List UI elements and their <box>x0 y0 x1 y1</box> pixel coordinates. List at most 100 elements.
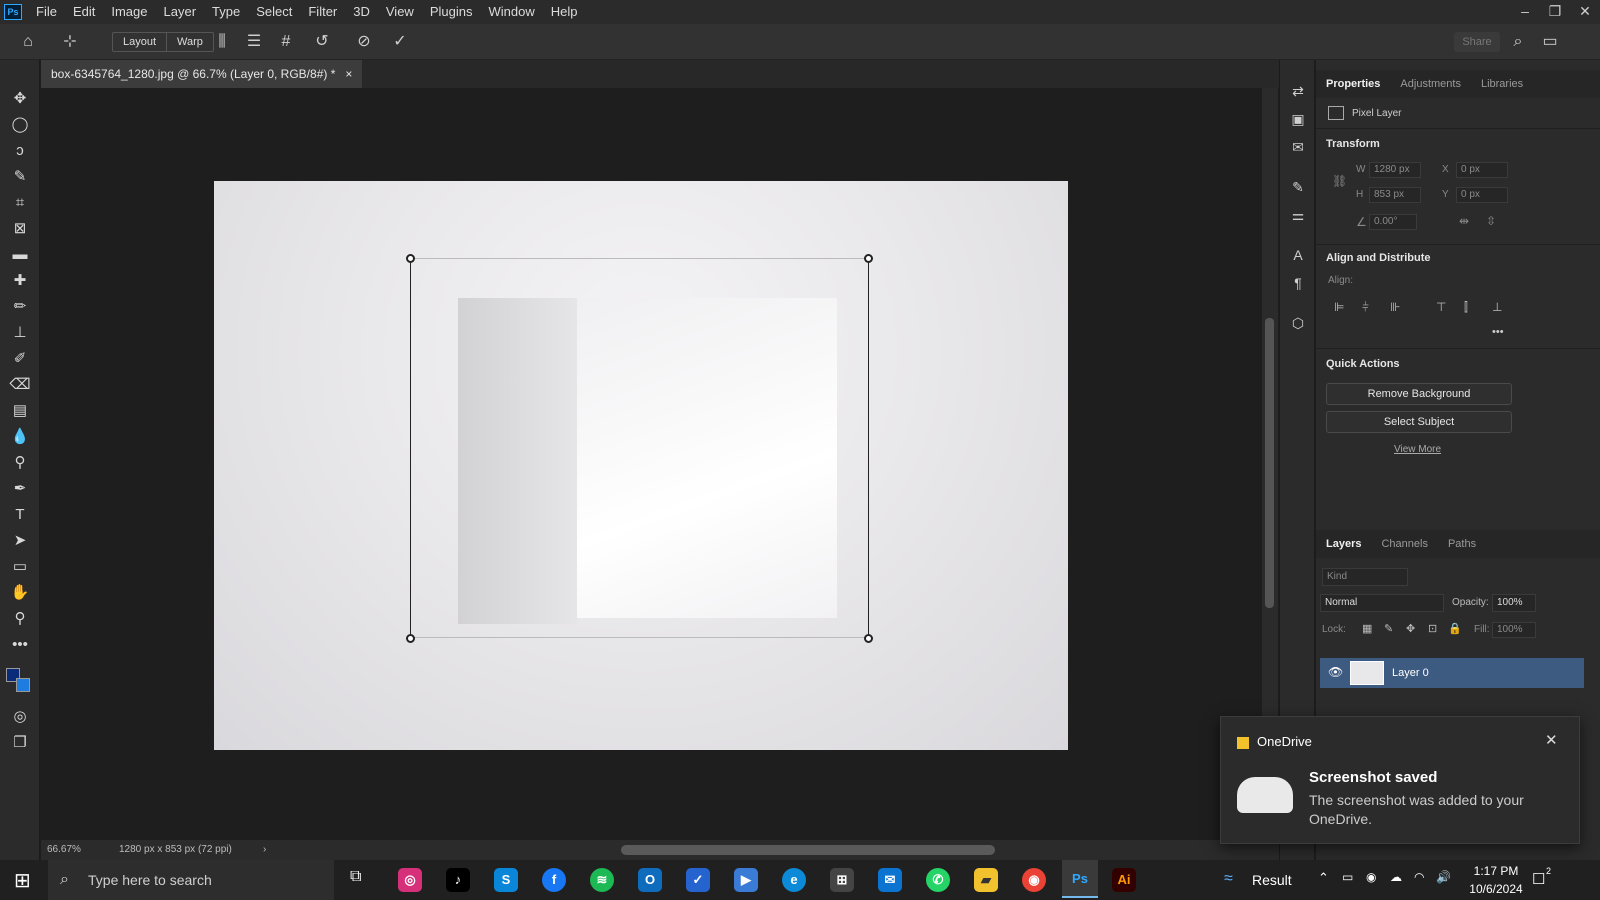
weather-icon[interactable]: ≈ <box>1224 870 1233 888</box>
screen-mode-icon[interactable]: ❐ <box>8 732 32 754</box>
menu-type[interactable]: Type <box>204 0 248 24</box>
warp-button[interactable]: Warp <box>167 33 213 51</box>
eraser-tool-icon[interactable]: ⌫ <box>8 374 32 396</box>
share-button[interactable]: Share <box>1454 32 1500 52</box>
reset-warp-icon[interactable]: ↺ <box>312 32 332 52</box>
align-middle-icon[interactable]: ⫿ <box>1464 300 1468 315</box>
grid-split-icon[interactable]: # <box>276 32 296 52</box>
layer-filter-kind[interactable]: Kind <box>1322 568 1408 586</box>
align-left-icon[interactable]: ⊫ <box>1334 300 1344 314</box>
close-window-button[interactable]: ✕ <box>1570 0 1600 24</box>
wifi-icon[interactable]: ◠ <box>1414 870 1424 884</box>
transform-handle-bottom-right[interactable] <box>864 634 873 643</box>
type-tool-icon[interactable]: T <box>8 504 32 526</box>
document-tab[interactable]: box-6345764_1280.jpg @ 66.7% (Layer 0, R… <box>41 60 363 88</box>
brush-settings-icon[interactable]: ✎ <box>1286 176 1310 198</box>
tab-adjustments[interactable]: Adjustments <box>1390 78 1471 90</box>
tab-properties[interactable]: Properties <box>1316 78 1390 90</box>
quick-selection-tool-icon[interactable]: ✎ <box>8 166 32 188</box>
x-field[interactable]: 0 px <box>1456 162 1508 178</box>
3d-icon[interactable]: ⬡ <box>1286 312 1310 334</box>
menu-filter[interactable]: Filter <box>300 0 345 24</box>
split-vertical-icon[interactable]: ⫼ <box>212 32 232 52</box>
horizontal-scroll-thumb[interactable] <box>621 845 995 855</box>
flip-vertical-icon[interactable]: ⇳ <box>1486 214 1496 228</box>
history-brush-tool-icon[interactable]: ✐ <box>8 348 32 370</box>
gradient-tool-icon[interactable]: ▤ <box>8 400 32 422</box>
comments-icon[interactable]: ✉ <box>1286 136 1310 158</box>
move-tool-icon[interactable]: ✥ <box>8 88 32 110</box>
align-section-title[interactable]: Align and Distribute <box>1326 252 1431 264</box>
transform-bounding-box[interactable] <box>410 258 869 638</box>
menu-layer[interactable]: Layer <box>156 0 205 24</box>
close-document-icon[interactable]: × <box>345 60 352 88</box>
lock-image-icon[interactable]: ✎ <box>1384 622 1393 635</box>
store-icon[interactable]: ⊞ <box>830 868 854 892</box>
layer-row[interactable]: 👁 Layer 0 <box>1320 658 1584 688</box>
transform-handle-top-right[interactable] <box>864 254 873 263</box>
opacity-field[interactable]: 100% <box>1492 594 1536 612</box>
tab-paths[interactable]: Paths <box>1438 538 1486 550</box>
transform-handle-top-left[interactable] <box>406 254 415 263</box>
remove-background-button[interactable]: Remove Background <box>1326 383 1512 405</box>
illustrator-taskbar-icon[interactable]: Ai <box>1112 868 1136 892</box>
width-field[interactable]: 1280 px <box>1369 162 1421 178</box>
transform-section-title[interactable]: Transform <box>1326 138 1380 150</box>
brush-tool-icon[interactable]: ✏ <box>8 296 32 318</box>
transform-tool-preset-icon[interactable]: ⊹ <box>60 32 80 52</box>
todo-icon[interactable]: ✓ <box>686 868 710 892</box>
close-notification-icon[interactable]: ✕ <box>1545 731 1558 749</box>
windows-start-icon[interactable]: ⊞ <box>14 868 31 893</box>
menu-image[interactable]: Image <box>103 0 155 24</box>
pen-tool-icon[interactable]: ✒ <box>8 478 32 500</box>
y-field[interactable]: 0 px <box>1456 187 1508 203</box>
angle-field[interactable]: 0.00° <box>1369 214 1417 230</box>
taskbar-search-box[interactable]: ⌕ Type here to search <box>48 860 334 900</box>
plugins-icon[interactable]: ▣ <box>1286 108 1310 130</box>
clone-stamp-tool-icon[interactable]: ⊥ <box>8 322 32 344</box>
volume-icon[interactable]: 🔊 <box>1436 870 1451 884</box>
lock-position-icon[interactable]: ✥ <box>1406 622 1415 635</box>
layer-name[interactable]: Layer 0 <box>1392 667 1429 679</box>
clock-date[interactable]: 10/6/2024 <box>1466 882 1526 896</box>
menu-window[interactable]: Window <box>480 0 542 24</box>
rectangle-tool-icon[interactable]: ▭ <box>8 556 32 578</box>
view-more-link[interactable]: View More <box>1394 444 1441 455</box>
onedrive-tray-icon[interactable]: ☁ <box>1390 870 1402 884</box>
notification-center-icon[interactable]: ☐ <box>1532 870 1545 888</box>
ruler-tool-icon[interactable]: ▬ <box>8 244 32 266</box>
blend-mode-select[interactable]: Normal <box>1320 594 1444 612</box>
paragraph-icon[interactable]: ¶ <box>1286 272 1310 294</box>
zoom-tool-icon[interactable]: ⚲ <box>8 608 32 630</box>
lock-transparent-icon[interactable]: ▦ <box>1362 622 1372 635</box>
home-icon[interactable]: ⌂ <box>18 32 38 52</box>
commit-transform-icon[interactable]: ✓ <box>390 32 410 52</box>
chrome-icon[interactable]: ◉ <box>1022 868 1046 892</box>
menu-edit[interactable]: Edit <box>65 0 103 24</box>
workspace-icon[interactable]: ▭ <box>1540 32 1560 52</box>
tab-libraries[interactable]: Libraries <box>1471 78 1533 90</box>
character-icon[interactable]: A <box>1286 244 1310 266</box>
frame-tool-icon[interactable]: ⊠ <box>8 218 32 240</box>
status-expand-icon[interactable]: › <box>263 840 266 860</box>
more-align-options-icon[interactable]: ••• <box>1492 326 1504 338</box>
instagram-icon[interactable]: ◎ <box>398 868 422 892</box>
zoom-level[interactable]: 66.67% <box>47 840 81 860</box>
tiktok-icon[interactable]: ♪ <box>446 868 470 892</box>
onedrive-notification[interactable]: OneDrive ✕ Screenshot saved The screensh… <box>1220 716 1580 844</box>
align-bottom-icon[interactable]: ⊥ <box>1492 300 1502 314</box>
menu-plugins[interactable]: Plugins <box>422 0 481 24</box>
movies-icon[interactable]: ▶ <box>734 868 758 892</box>
history-icon[interactable]: ⇄ <box>1286 80 1310 102</box>
task-view-icon[interactable]: ⧉ <box>350 868 361 886</box>
minimize-button[interactable]: – <box>1510 0 1540 24</box>
align-right-icon[interactable]: ⊪ <box>1390 300 1400 314</box>
outlook-icon[interactable]: O <box>638 868 662 892</box>
edge-icon[interactable]: e <box>782 868 806 892</box>
search-icon[interactable]: ⌕ <box>1508 32 1528 52</box>
tab-channels[interactable]: Channels <box>1371 538 1437 550</box>
select-subject-button[interactable]: Select Subject <box>1326 411 1512 433</box>
menu-file[interactable]: File <box>28 0 65 24</box>
photoshop-taskbar-icon[interactable]: Ps <box>1062 860 1098 898</box>
menu-view[interactable]: View <box>378 0 422 24</box>
